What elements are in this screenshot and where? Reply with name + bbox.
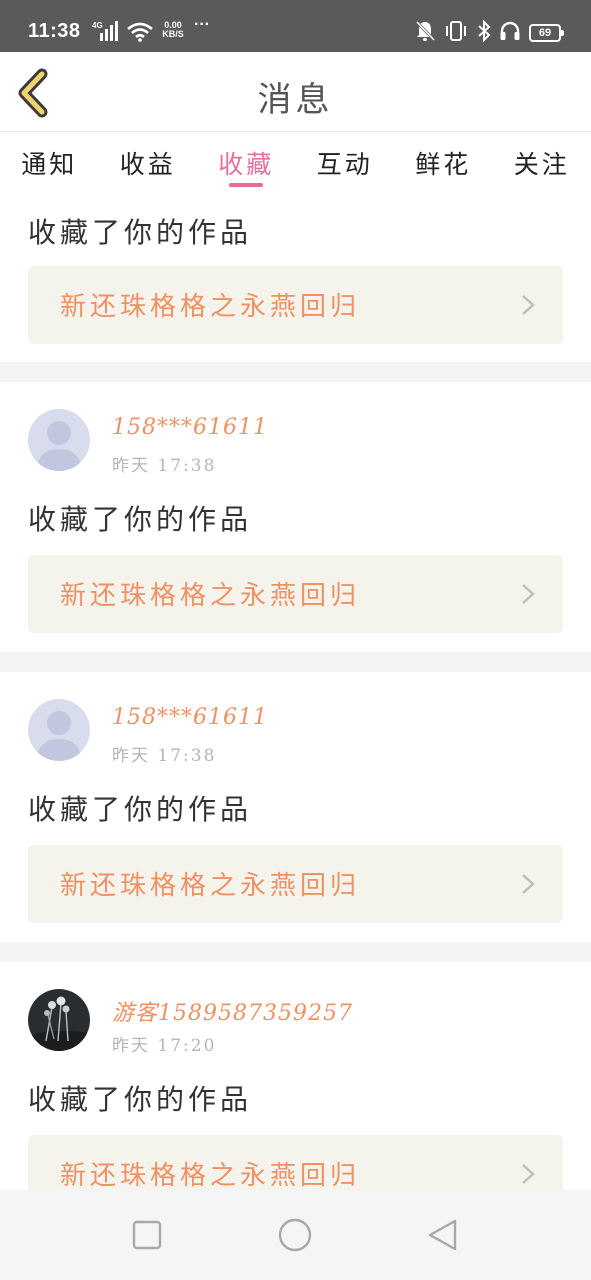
work-card[interactable]: 新还珠格格之永燕回归 (28, 845, 563, 923)
message-action: 收藏了你的作品 (28, 503, 253, 536)
work-title: 新还珠格格之永燕回归 (60, 871, 361, 901)
status-bar: 11:38 4G 0.00 KB/S ··· 69 (0, 0, 591, 52)
username: 158***61611 (112, 705, 268, 730)
network-speed: 0.00 KB/S (162, 20, 184, 39)
username: 158***61611 (112, 415, 268, 440)
mute-icon (415, 20, 436, 46)
chevron-right-icon (522, 874, 535, 894)
page-title: 消息 (257, 80, 334, 120)
system-navigation-bar (0, 1190, 591, 1280)
divider (0, 362, 591, 382)
message-time: 昨天 17:38 (112, 746, 217, 766)
message-time: 昨天 17:20 (112, 1036, 217, 1056)
battery-icon: 69 (529, 24, 564, 42)
avatar[interactable] (28, 699, 90, 761)
list-item: 158***61611 昨天 17:38 收藏了你的作品 新还珠格格之永燕回归 (0, 382, 591, 652)
tab-flowers[interactable]: 鲜花 (394, 133, 493, 193)
message-action: 收藏了你的作品 (28, 1083, 253, 1116)
username: 游客1589587359257 (112, 1001, 353, 1026)
work-card[interactable]: 新还珠格格之永燕回归 (28, 1135, 563, 1190)
circle-icon[interactable] (277, 1217, 313, 1253)
category-tabs: 通知 收益 收藏 互动 鲜花 关注 (0, 133, 591, 193)
chevron-right-icon (522, 1164, 535, 1184)
avatar[interactable] (28, 989, 90, 1051)
tab-notifications[interactable]: 通知 (0, 133, 99, 193)
work-card[interactable]: 新还珠格格之永燕回归 (28, 266, 563, 344)
avatar[interactable] (28, 409, 90, 471)
status-time: 11:38 (28, 20, 81, 42)
tab-interactions[interactable]: 互动 (296, 133, 395, 193)
tab-follows[interactable]: 关注 (493, 133, 591, 193)
work-title: 新还珠格格之永燕回归 (60, 581, 361, 611)
work-title: 新还珠格格之永燕回归 (60, 1161, 361, 1190)
list-item: 收藏了你的作品 新还珠格格之永燕回归 (0, 193, 591, 362)
wifi-icon (126, 22, 154, 46)
message-list[interactable]: 收藏了你的作品 新还珠格格之永燕回归 158***61611 昨天 17:38 … (0, 193, 591, 1190)
chevron-right-icon (522, 295, 535, 315)
work-card[interactable]: 新还珠格格之永燕回归 (28, 555, 563, 633)
divider (0, 652, 591, 672)
square-icon[interactable] (129, 1217, 165, 1253)
list-item: 游客1589587359257 昨天 17:20 收藏了你的作品 新还珠格格之永… (0, 962, 591, 1190)
more-notifications-icon: ··· (194, 16, 210, 33)
bluetooth-icon (477, 19, 491, 46)
message-action: 收藏了你的作品 (28, 793, 253, 826)
headphones-icon (499, 20, 521, 46)
message-action: 收藏了你的作品 (28, 216, 253, 249)
work-title: 新还珠格格之永燕回归 (60, 292, 361, 322)
divider (0, 942, 591, 962)
message-time: 昨天 17:38 (112, 456, 217, 476)
app-header: 消息 (0, 52, 591, 132)
triangle-back-icon[interactable] (424, 1217, 460, 1253)
tab-favorites[interactable]: 收藏 (197, 133, 296, 193)
chevron-right-icon (522, 584, 535, 604)
tab-earnings[interactable]: 收益 (99, 133, 198, 193)
list-item: 158***61611 昨天 17:38 收藏了你的作品 新还珠格格之永燕回归 (0, 672, 591, 942)
vibrate-icon (443, 20, 469, 46)
